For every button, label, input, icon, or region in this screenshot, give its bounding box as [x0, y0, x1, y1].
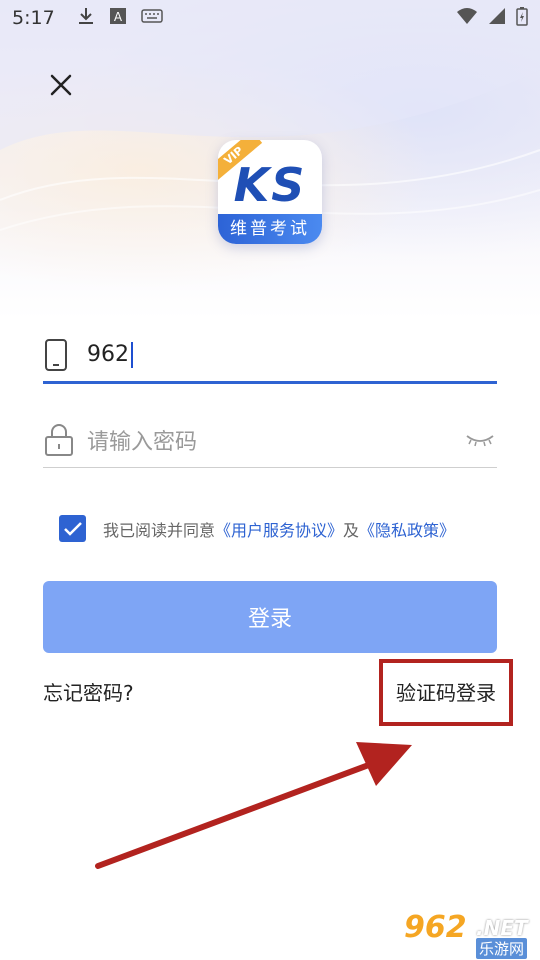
login-button[interactable]: 登录: [43, 581, 497, 653]
agreement-row: 我已阅读并同意 《用户服务协议》 及 《隐私政策》: [59, 515, 455, 542]
logo-card: VIP KS 维普考试: [218, 140, 322, 244]
status-time: 5:17: [12, 7, 55, 29]
password-input[interactable]: 请输入密码: [87, 424, 197, 456]
wifi-icon: [456, 7, 478, 30]
watermark-net: .NET: [476, 916, 528, 940]
agreement-and: 及: [343, 520, 360, 540]
phone-field[interactable]: 962: [43, 328, 497, 384]
eye-closed-icon[interactable]: [463, 428, 497, 452]
watermark-site: 乐游网: [476, 938, 528, 959]
signal-icon: [488, 7, 506, 30]
terms-link[interactable]: 《用户服务协议》: [215, 517, 343, 541]
close-button[interactable]: [40, 64, 82, 106]
annotation-highlight-box: [379, 659, 513, 726]
logo-letters: KS: [233, 158, 307, 212]
keyboard-icon: [140, 7, 163, 29]
agreement-prefix: 我已阅读并同意: [103, 520, 216, 540]
forgot-password-link[interactable]: 忘记密码?: [43, 677, 134, 706]
privacy-link[interactable]: 《隐私政策》: [359, 517, 455, 541]
watermark-logo: 962 .NET 乐游网: [398, 910, 536, 959]
a-box-icon: A: [109, 7, 127, 30]
app-logo: VIP KS 维普考试: [206, 128, 336, 256]
check-icon: [63, 521, 82, 536]
battery-charging-icon: [516, 6, 528, 31]
phone-input-value[interactable]: 962: [87, 342, 129, 367]
svg-text:A: A: [114, 10, 123, 24]
logo-band-text: 维普考试: [218, 214, 322, 244]
download-icon: [77, 6, 95, 31]
text-caret: [131, 341, 133, 368]
agreement-checkbox[interactable]: [59, 515, 86, 542]
watermark-number: 962: [404, 910, 467, 945]
lock-icon: [43, 422, 79, 458]
password-field[interactable]: 请输入密码: [43, 412, 497, 468]
status-bar: 5:17 A: [0, 0, 540, 36]
close-icon: [50, 74, 72, 96]
phone-icon: [43, 337, 79, 373]
